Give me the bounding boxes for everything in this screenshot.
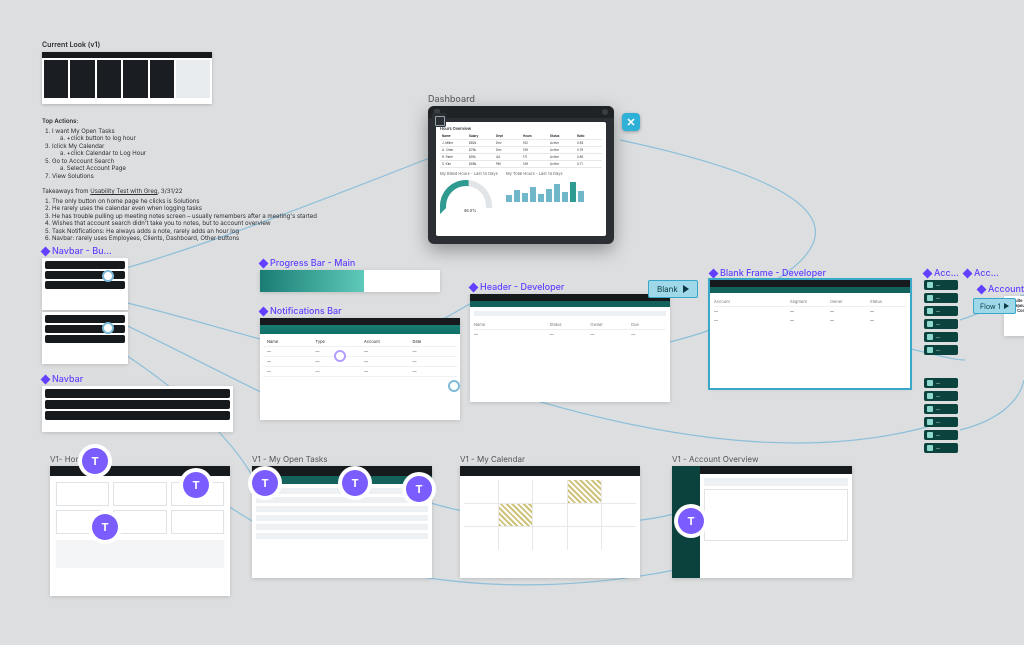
header-dev-frame[interactable]: NameStatusOwnerDue ———— — [470, 294, 670, 402]
connection-node[interactable] — [102, 322, 114, 334]
design-canvas[interactable]: Current Look (v1) Top Actions: I want My… — [0, 0, 1024, 645]
connection-node[interactable] — [334, 350, 346, 362]
calendar-grid — [464, 480, 636, 550]
takeaways-heading: Takeaways from Usability Test with Greg,… — [42, 188, 402, 196]
blank-frame-dev[interactable]: AccountSegmentOwnerStatus ———— ———— — [710, 280, 910, 388]
connection-node[interactable] — [448, 380, 460, 392]
gauge-chart — [440, 180, 492, 208]
navbar-bu-frame[interactable] — [42, 258, 128, 310]
dashboard-titlebar — [428, 106, 614, 118]
avatar-badge[interactable]: T — [342, 470, 368, 496]
frame-label-header-dev[interactable]: Header - Developer — [470, 282, 564, 293]
takeaways-note: Takeaways from Usability Test with Greg,… — [42, 188, 402, 247]
dashboard-panel-title: Hours Overview — [440, 126, 602, 131]
frame-label-notifications[interactable]: Notifications Bar — [260, 306, 342, 317]
top-actions-note: Top Actions: I want My Open Tasks a. +cl… — [42, 118, 262, 184]
frame-label-progress[interactable]: Progress Bar - Main — [260, 258, 355, 269]
flow-play-pill[interactable]: Flow 1 — [973, 298, 1016, 314]
frame-label-navbar[interactable]: Navbar — [42, 374, 83, 385]
titlebar-dot-right — [602, 109, 608, 115]
current-look-note: Current Look (v1) — [42, 40, 242, 104]
copy-icon[interactable] — [432, 113, 446, 127]
frame-label-v1-acct[interactable]: V1 - Account Overview — [672, 454, 759, 464]
play-icon — [683, 285, 689, 293]
v1-calendar-frame[interactable] — [460, 466, 640, 578]
frame-label-dashboard[interactable]: Dashboard — [428, 94, 475, 105]
avatar-badge[interactable]: T — [82, 448, 108, 474]
bar-chart — [506, 180, 602, 202]
current-look-thumbnail — [42, 52, 212, 104]
dashboard-page: Hours Overview NameSalaryDept HoursStatu… — [436, 122, 606, 236]
top-actions-heading: Top Actions: — [42, 118, 262, 126]
progress-bar-frame[interactable] — [260, 270, 440, 292]
acc-stack-2[interactable]: — — — — — — — [924, 378, 958, 453]
acc-stack-1[interactable]: — — — — — — — [924, 280, 958, 355]
avatar-badge[interactable]: T — [252, 470, 278, 496]
avatar-badge[interactable]: T — [92, 514, 118, 540]
frame-label-acc2[interactable]: Acc... — [964, 268, 999, 279]
avatar-badge[interactable]: T — [678, 508, 704, 534]
frame-label-blank-dev[interactable]: Blank Frame - Developer — [710, 268, 826, 279]
blank-play-pill[interactable]: Blank — [648, 280, 698, 298]
avatar-badge[interactable]: T — [406, 476, 432, 502]
play-icon — [1004, 303, 1009, 309]
frame-label-navbar-bu[interactable]: Navbar - Bu... — [42, 246, 112, 257]
notifications-frame[interactable]: NameTypeAccountDate ———— ———— ———— — [260, 318, 460, 420]
avatar-badge[interactable]: T — [183, 472, 209, 498]
connection-node[interactable] — [102, 270, 114, 282]
frame-label-acc1[interactable]: Acc... — [924, 268, 959, 279]
close-button[interactable]: ✕ — [622, 113, 640, 131]
frame-label-v1-home[interactable]: V1- Hom — [50, 454, 82, 464]
frame-label-v1-cal[interactable]: V1 - My Calendar — [460, 454, 525, 464]
frame-label-v1-tasks[interactable]: V1 - My Open Tasks — [252, 454, 328, 464]
frame-label-account-over[interactable]: Account Ove — [978, 284, 1024, 295]
dashboard-table: NameSalaryDept HoursStatusRatio J. Mille… — [440, 133, 602, 168]
current-look-title: Current Look (v1) — [42, 40, 242, 49]
navbar-bu-frame-2[interactable] — [42, 312, 128, 364]
dashboard-frame[interactable]: Hours Overview NameSalaryDept HoursStatu… — [428, 106, 614, 244]
navbar-frame[interactable] — [42, 386, 233, 432]
